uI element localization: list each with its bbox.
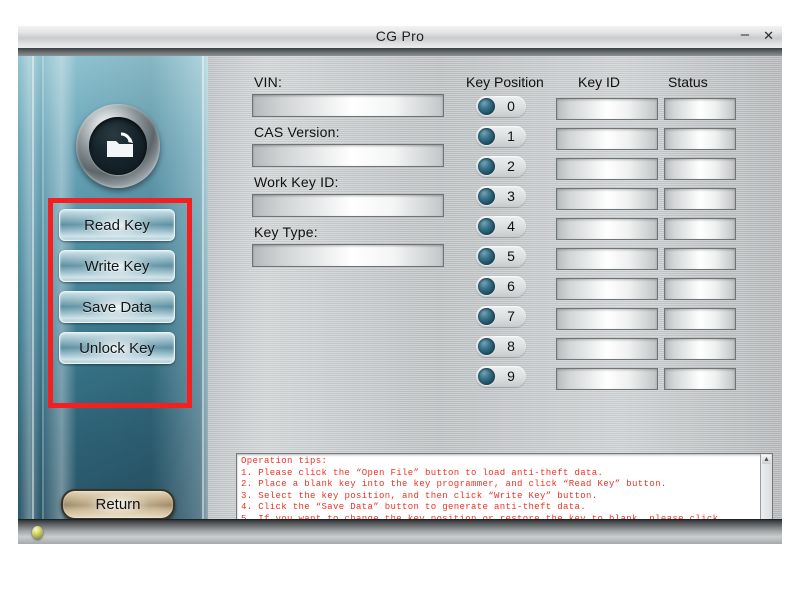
save-data-button[interactable]: Save Data: [59, 291, 175, 323]
key-position-radio[interactable]: [478, 338, 495, 355]
key-position-radio[interactable]: [478, 278, 495, 295]
key-position-row[interactable]: 5: [476, 246, 526, 267]
key-id-input[interactable]: [556, 248, 658, 270]
status-input[interactable]: [664, 98, 736, 120]
key-type-label: Key Type:: [254, 224, 318, 240]
work-key-id-input[interactable]: [252, 194, 444, 217]
key-position-radio[interactable]: [478, 98, 495, 115]
status-input[interactable]: [664, 158, 736, 180]
key-position-radio[interactable]: [478, 188, 495, 205]
key-position-row[interactable]: 1: [476, 126, 526, 147]
sidebar-stripe-mid: [42, 56, 44, 544]
status-input[interactable]: [664, 368, 736, 390]
key-position-radio[interactable]: [478, 158, 495, 175]
key-id-input[interactable]: [556, 368, 658, 390]
key-id-header: Key ID: [578, 74, 621, 90]
minimize-button[interactable]: –: [741, 27, 749, 42]
scroll-up-icon[interactable]: ▲: [762, 455, 771, 464]
key-id-input[interactable]: [556, 98, 658, 120]
read-key-button[interactable]: Read Key: [59, 209, 175, 241]
key-position-row[interactable]: 6: [476, 276, 526, 297]
key-position-label: 4: [507, 218, 515, 234]
work-key-id-label: Work Key ID:: [254, 174, 339, 190]
key-position-header: Key Position: [466, 74, 544, 90]
status-led-icon: [32, 526, 43, 539]
status-input[interactable]: [664, 128, 736, 150]
key-position-row[interactable]: 7: [476, 306, 526, 327]
key-position-label: 5: [507, 248, 515, 264]
key-id-input[interactable]: [556, 218, 658, 240]
key-position-radio[interactable]: [478, 308, 495, 325]
vin-label: VIN:: [254, 74, 283, 90]
key-id-input[interactable]: [556, 278, 658, 300]
key-position-row[interactable]: 9: [476, 366, 526, 387]
return-button[interactable]: Return: [61, 489, 175, 520]
status-input[interactable]: [664, 248, 736, 270]
key-position-label: 3: [507, 188, 515, 204]
cas-version-label: CAS Version:: [254, 124, 340, 140]
key-position-row[interactable]: 3: [476, 186, 526, 207]
key-id-input[interactable]: [556, 188, 658, 210]
key-position-label: 1: [507, 128, 515, 144]
sidebar: Read Key Write Key Save Data Unlock Key …: [18, 56, 208, 544]
key-position-label: 7: [507, 308, 515, 324]
key-position-row[interactable]: 8: [476, 336, 526, 357]
status-input[interactable]: [664, 188, 736, 210]
status-input[interactable]: [664, 338, 736, 360]
key-id-input[interactable]: [556, 308, 658, 330]
close-button[interactable]: ✕: [763, 29, 774, 43]
write-key-button[interactable]: Write Key: [59, 250, 175, 282]
key-type-input[interactable]: [252, 244, 444, 267]
key-position-label: 8: [507, 338, 515, 354]
folder-open-icon: [107, 132, 133, 157]
status-input[interactable]: [664, 308, 736, 330]
key-position-label: 6: [507, 278, 515, 294]
title-bar: CG Pro – ✕: [18, 26, 782, 56]
key-id-input[interactable]: [556, 128, 658, 150]
key-position-row[interactable]: 0: [476, 96, 526, 117]
status-bar: [18, 519, 782, 544]
sidebar-stripe-left: [32, 56, 34, 544]
key-id-input[interactable]: [556, 338, 658, 360]
application-window: CG Pro – ✕ Read Key Write Key Save Data …: [18, 26, 782, 544]
key-position-radio[interactable]: [478, 218, 495, 235]
status-input[interactable]: [664, 218, 736, 240]
window-controls: – ✕: [741, 27, 774, 43]
sidebar-stripe-right: [202, 56, 204, 544]
status-input[interactable]: [664, 278, 736, 300]
key-position-label: 9: [507, 368, 515, 384]
status-header: Status: [668, 74, 708, 90]
key-position-radio[interactable]: [478, 128, 495, 145]
key-position-label: 2: [507, 158, 515, 174]
key-position-radio[interactable]: [478, 248, 495, 265]
unlock-key-button[interactable]: Unlock Key: [59, 332, 175, 364]
key-position-row[interactable]: 4: [476, 216, 526, 237]
key-position-row[interactable]: 2: [476, 156, 526, 177]
open-file-button[interactable]: [76, 104, 160, 188]
key-position-label: 0: [507, 98, 515, 114]
key-id-input[interactable]: [556, 158, 658, 180]
window-title: CG Pro: [375, 28, 425, 44]
cas-version-input[interactable]: [252, 144, 444, 167]
key-position-radio[interactable]: [478, 368, 495, 385]
vin-input[interactable]: [252, 94, 444, 117]
main-panel: VIN: CAS Version: Work Key ID: Key Type:…: [208, 56, 782, 544]
